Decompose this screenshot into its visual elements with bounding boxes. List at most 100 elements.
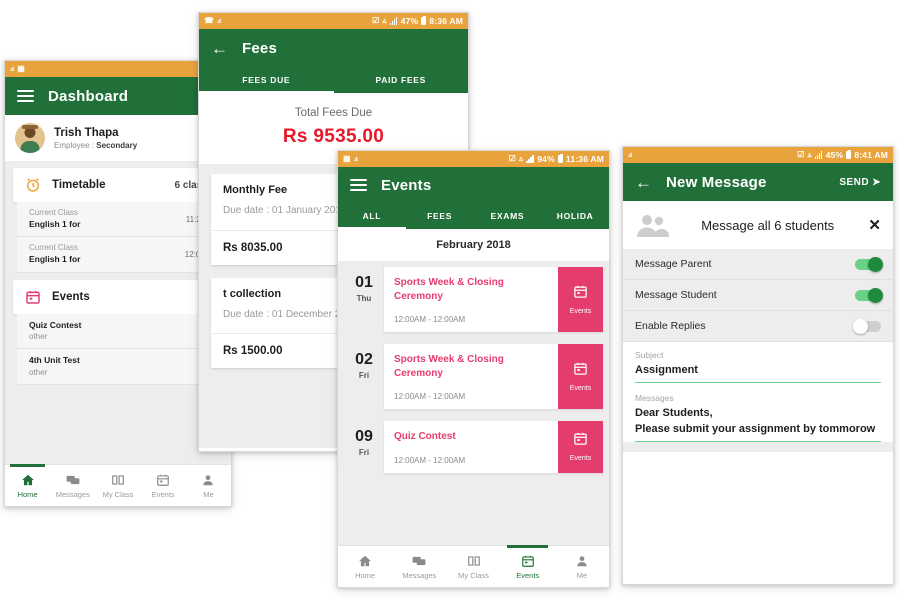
- tab-fees-due[interactable]: FEES DUE: [199, 67, 334, 93]
- event-tag: Events: [558, 267, 603, 332]
- event-day: 01: [355, 274, 373, 291]
- phone-new-message: ⅎ ☑ ▵ 45% 8:41 AM ← New Message SEND ➤ M…: [622, 146, 894, 585]
- wifi-icon: ▵: [519, 154, 524, 163]
- subject-input[interactable]: Assignment: [635, 363, 881, 379]
- bottom-nav-label: Events: [151, 489, 175, 499]
- clock: 11:36 AM: [565, 154, 604, 164]
- hamburger-icon[interactable]: [17, 90, 34, 102]
- wifi-icon: ▵: [382, 16, 387, 25]
- bottom-nav-me[interactable]: Me: [555, 546, 609, 587]
- bottom-nav-events: Home Messages My Class Events Me: [338, 545, 609, 587]
- bottom-nav-myclass[interactable]: My Class: [95, 465, 140, 506]
- bottom-nav-label: Messages: [402, 570, 437, 580]
- event-date: 01 Thu: [344, 267, 384, 332]
- event-day: 09: [355, 428, 373, 445]
- tab-label: HOLIDA: [556, 211, 594, 221]
- tab-label: PAID FEES: [375, 75, 427, 85]
- event-tag-label: Events: [569, 385, 592, 392]
- status-bar-new-message: ⅎ ☑ ▵ 45% 8:41 AM: [623, 147, 893, 163]
- bottom-nav-label: Me: [203, 489, 214, 499]
- bottom-nav-myclass[interactable]: My Class: [446, 546, 500, 587]
- calendar-icon: [573, 431, 588, 451]
- phone-icon: ☎: [204, 16, 215, 25]
- event-date: 02 Fri: [344, 344, 384, 409]
- battery-percent: 45%: [825, 150, 844, 160]
- message-input-line1[interactable]: Dear Students,: [635, 406, 881, 422]
- list-item[interactable]: 01 Thu Sports Week & Closing Ceremony 12…: [338, 261, 609, 338]
- toggle-label: Message Parent: [635, 258, 712, 270]
- signal-icon: [814, 151, 823, 159]
- tab-fees[interactable]: FEES: [406, 203, 474, 229]
- bottom-nav-home[interactable]: Home: [338, 546, 392, 587]
- bottom-nav-label: Messages: [55, 489, 90, 499]
- toggle-message-parent[interactable]: Message Parent: [623, 249, 893, 280]
- message-empty-area: [623, 451, 893, 584]
- battery-icon: [421, 16, 427, 25]
- event-time: 12:00AM - 12:00AM: [394, 315, 466, 324]
- sim-icon: ☑: [797, 150, 805, 159]
- appbar-fees: ← Fees: [199, 29, 468, 67]
- event-title: Sports Week & Closing Ceremony: [394, 277, 504, 302]
- timetable-row-top: Current Class: [29, 208, 78, 217]
- bottom-nav-messages[interactable]: Messages: [50, 465, 95, 506]
- home-icon: [21, 473, 35, 487]
- page-title: Dashboard: [48, 87, 129, 105]
- tab-exams[interactable]: EXAMS: [474, 203, 542, 229]
- event-day: 02: [355, 351, 373, 368]
- events-list: 01 Thu Sports Week & Closing Ceremony 12…: [338, 261, 609, 545]
- back-arrow-icon[interactable]: ←: [635, 174, 652, 191]
- wifi-off-icon: ⅎ: [10, 64, 15, 73]
- event-tag-label: Events: [569, 308, 592, 315]
- send-button[interactable]: SEND ➤: [839, 177, 881, 188]
- tab-paid-fees[interactable]: PAID FEES: [334, 67, 469, 93]
- new-message-body: Message Parent Message Student Enable Re…: [623, 249, 893, 584]
- screenshot-stage: ⅎ ▦ ☑ ▵ Dashboard Trish Thapa Emp: [0, 0, 900, 600]
- event-row-name: 4th Unit Test: [29, 355, 80, 366]
- bottom-nav-messages[interactable]: Messages: [392, 546, 446, 587]
- message-input-line2[interactable]: Please submit your assignment by tommoro…: [635, 422, 881, 438]
- appbar-events: Events: [338, 167, 609, 203]
- sim-icon: ☑: [372, 16, 380, 25]
- bottom-nav-label: Me: [576, 570, 588, 580]
- toggle-switch[interactable]: [853, 318, 881, 334]
- bottom-nav-me[interactable]: Me: [186, 465, 231, 506]
- event-weekday: Thu: [356, 294, 372, 303]
- bottom-nav-dashboard: Home Messages My Class Events Me: [5, 464, 231, 506]
- page-title: Fees: [242, 39, 277, 57]
- toggle-switch[interactable]: [855, 256, 883, 272]
- toggle-label: Enable Replies: [635, 320, 706, 332]
- hamburger-icon[interactable]: [350, 179, 367, 191]
- sim-icon: ☑: [508, 154, 517, 163]
- book-icon: [467, 554, 481, 568]
- list-item[interactable]: 02 Fri Sports Week & Closing Ceremony 12…: [338, 338, 609, 415]
- event-row-name: Quiz Contest: [29, 319, 82, 330]
- message-field[interactable]: Messages Dear Students, Please submit yo…: [635, 393, 881, 442]
- toggle-switch[interactable]: [855, 287, 883, 303]
- send-label: SEND: [839, 176, 870, 188]
- bottom-nav-label: Events: [516, 570, 540, 580]
- bottom-nav-label: Home: [17, 489, 38, 499]
- person-icon: [201, 473, 215, 487]
- battery-percent: 94%: [537, 154, 555, 164]
- bottom-nav-events[interactable]: Events: [141, 465, 186, 506]
- tab-label: ALL: [362, 211, 382, 221]
- close-icon[interactable]: ✕: [864, 216, 881, 234]
- tab-holidays[interactable]: HOLIDA: [541, 203, 609, 229]
- toggle-message-student[interactable]: Message Student: [623, 280, 893, 311]
- tab-label: EXAMS: [490, 211, 525, 221]
- status-bar-fees: ☎ ⅎ ☑ ▵ 47% 8:36 AM: [199, 13, 468, 29]
- bottom-nav-events[interactable]: Events: [501, 545, 555, 587]
- subject-field[interactable]: Subject Assignment: [635, 350, 881, 383]
- tab-label: FEES DUE: [242, 75, 291, 85]
- list-item[interactable]: 09 Fri Quiz Contest 12:00AM - 12:00AM Ev…: [338, 415, 609, 479]
- bottom-nav-home[interactable]: Home: [5, 464, 50, 506]
- screenshot-icon: ▦: [17, 64, 25, 73]
- back-arrow-icon[interactable]: ←: [211, 40, 228, 57]
- tab-all[interactable]: ALL: [338, 203, 406, 229]
- alarm-clock-icon: [25, 177, 41, 193]
- toggle-enable-replies[interactable]: Enable Replies: [623, 311, 893, 342]
- profile-role: Employee : Secondary: [54, 141, 137, 150]
- wifi-off-icon: ⅎ: [628, 150, 633, 159]
- bottom-nav-label: My Class: [458, 570, 489, 580]
- calendar-icon: [156, 473, 170, 487]
